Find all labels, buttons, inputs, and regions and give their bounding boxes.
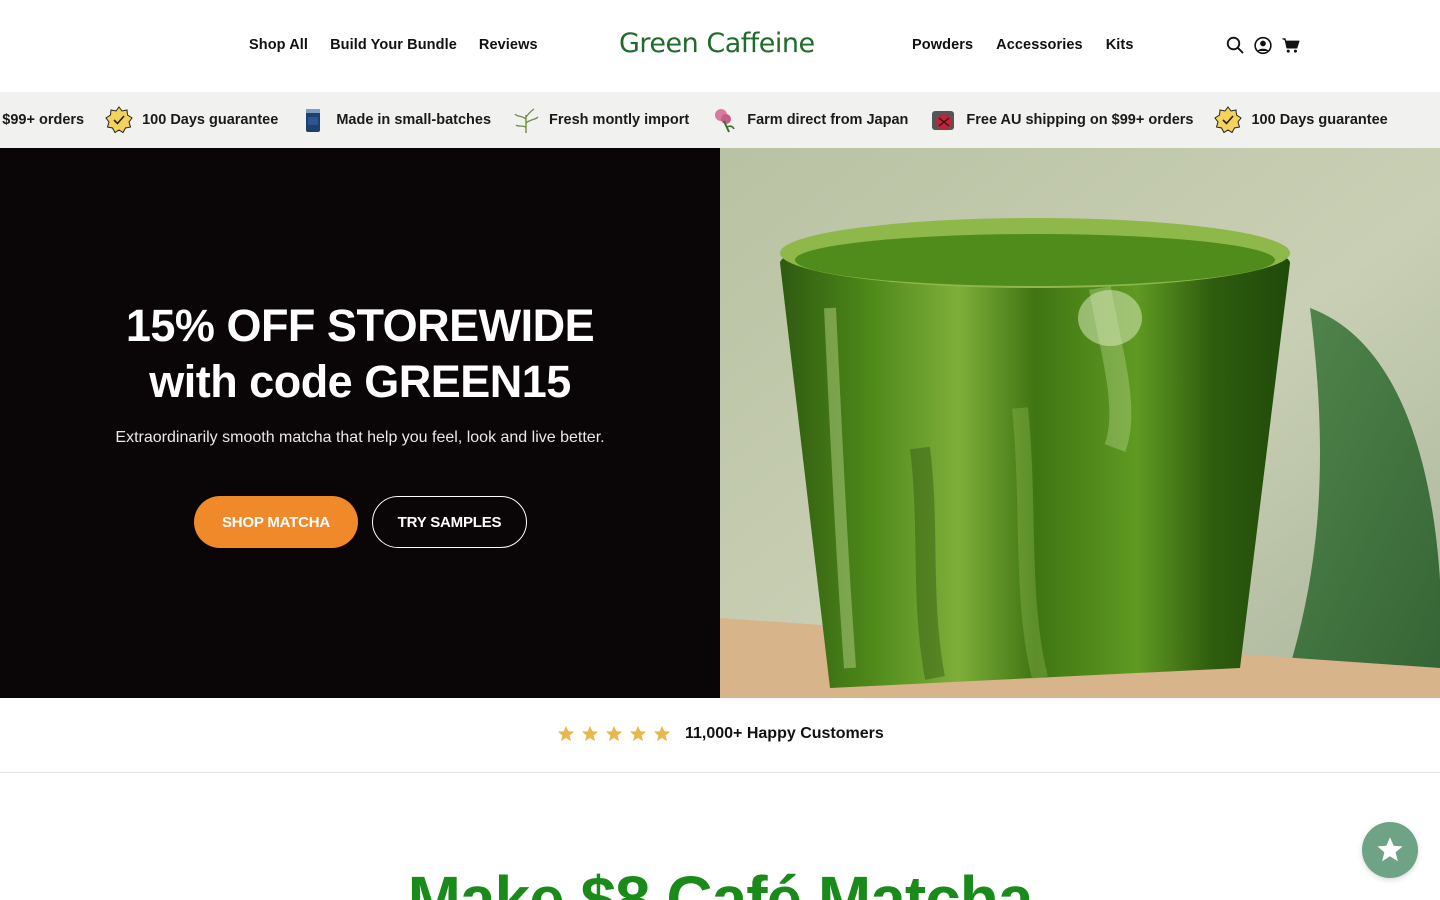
hero-image bbox=[720, 148, 1440, 698]
try-samples-button[interactable]: TRY SAMPLES bbox=[372, 496, 527, 548]
nav-reviews[interactable]: Reviews bbox=[479, 37, 538, 53]
hero-promo-panel bbox=[0, 148, 720, 698]
marquee-item: Free AU shipping on $99+ orders bbox=[0, 105, 84, 135]
marquee-label: 100 Days guarantee bbox=[142, 112, 279, 128]
nav-powders[interactable]: Powders bbox=[912, 37, 973, 53]
marquee-item: 100 Days guarantee bbox=[1213, 105, 1388, 135]
rating-stars bbox=[557, 725, 671, 743]
cart-icon[interactable] bbox=[1282, 36, 1300, 54]
package-icon bbox=[928, 105, 958, 135]
nav-build-your-bundle[interactable]: Build Your Bundle bbox=[330, 37, 457, 53]
marquee-item: Farm direct from Japan bbox=[709, 105, 908, 135]
star-icon bbox=[1377, 837, 1403, 862]
header-actions bbox=[1226, 36, 1300, 54]
primary-nav-right: Powders Accessories Kits bbox=[912, 37, 1134, 53]
flower-icon bbox=[709, 105, 739, 135]
star-icon bbox=[653, 725, 671, 742]
nav-kits[interactable]: Kits bbox=[1106, 37, 1134, 53]
marquee-track: Free AU shipping on $99+ orders 100 Days… bbox=[0, 92, 1388, 148]
hero-subtitle: Extraordinarily smooth matcha that help … bbox=[115, 429, 605, 446]
marquee-item: Free AU shipping on $99+ orders bbox=[928, 105, 1193, 135]
badge-icon bbox=[104, 105, 134, 135]
marquee-label: Made in small-batches bbox=[336, 112, 492, 128]
benefits-marquee: Free AU shipping on $99+ orders 100 Days… bbox=[0, 92, 1440, 148]
nav-accessories[interactable]: Accessories bbox=[996, 37, 1083, 53]
account-icon[interactable] bbox=[1254, 36, 1272, 54]
star-icon bbox=[557, 725, 575, 742]
marquee-label: Farm direct from Japan bbox=[747, 112, 909, 128]
hero-title: 15% OFF STOREWIDE with code GREEN15 bbox=[0, 298, 720, 410]
hero-title-line-1: 15% OFF STOREWIDE bbox=[125, 300, 595, 351]
star-icon bbox=[629, 725, 647, 742]
marquee-label: Free AU shipping on $99+ orders bbox=[0, 112, 85, 128]
badge-icon bbox=[1213, 105, 1243, 135]
marquee-label: Free AU shipping on $99+ orders bbox=[966, 112, 1194, 128]
hero-title-line-2: with code GREEN15 bbox=[149, 356, 571, 407]
marquee-item: 100 Days guarantee bbox=[104, 105, 278, 135]
happy-customers-text: 11,000+ Happy Customers bbox=[685, 725, 884, 742]
marquee-item: Fresh montly import bbox=[511, 105, 689, 135]
site-logo[interactable]: Green Caffeine bbox=[619, 28, 815, 59]
tin-icon bbox=[298, 105, 328, 135]
primary-nav-left: Shop All Build Your Bundle Reviews bbox=[249, 37, 538, 53]
shop-matcha-button[interactable]: SHOP MATCHA bbox=[194, 496, 358, 548]
section-title: Make $8 Café Matcha bbox=[407, 863, 1034, 900]
star-icon bbox=[581, 725, 599, 742]
reviews-widget-button[interactable] bbox=[1362, 822, 1418, 878]
marquee-label: 100 Days guarantee bbox=[1251, 112, 1388, 128]
marquee-label: Fresh montly import bbox=[549, 112, 690, 128]
site-header: Shop All Build Your Bundle Reviews Green… bbox=[0, 0, 1440, 92]
marquee-item: Made in small-batches bbox=[298, 105, 491, 135]
nav-shop-all[interactable]: Shop All bbox=[249, 37, 308, 53]
search-icon[interactable] bbox=[1226, 36, 1244, 54]
plant-icon bbox=[511, 105, 541, 135]
star-icon bbox=[605, 725, 623, 742]
